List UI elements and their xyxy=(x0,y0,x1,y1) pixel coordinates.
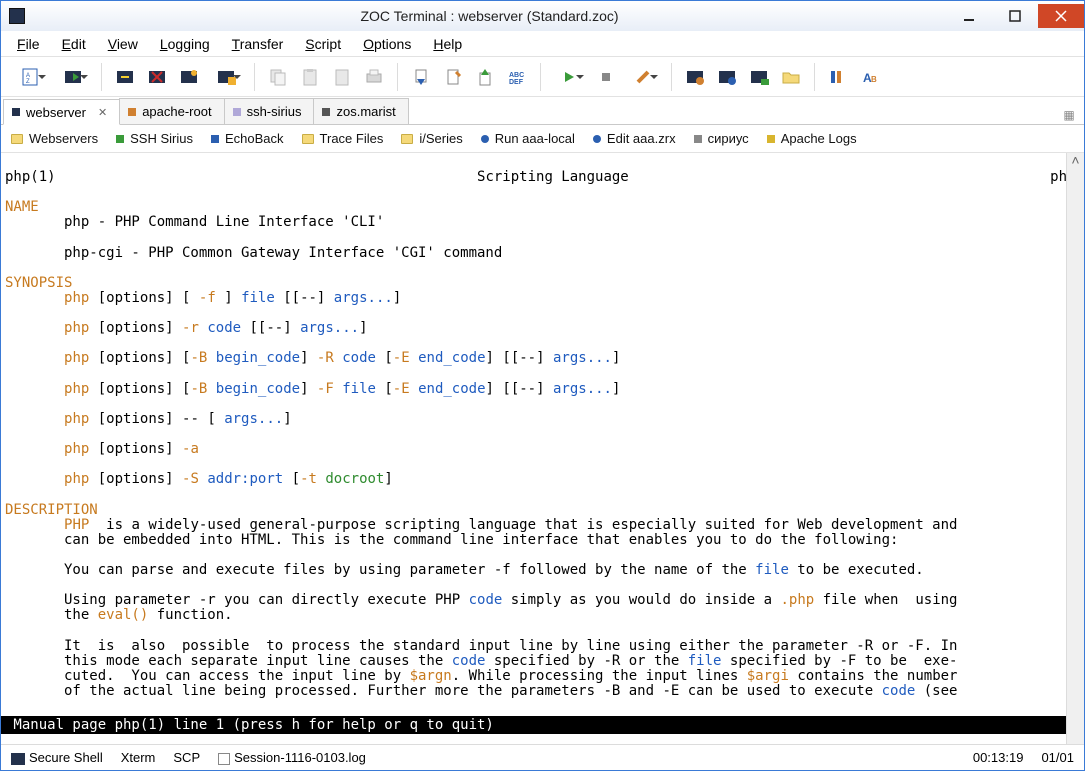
run-script-button[interactable] xyxy=(549,62,589,92)
device-opts-button[interactable] xyxy=(712,62,742,92)
ascii-send-button[interactable]: ABCDEF xyxy=(502,62,532,92)
stop-script-button[interactable] xyxy=(591,62,621,92)
bookmark-edit-aaa-zrx[interactable]: Edit aaa.zrx xyxy=(593,131,676,146)
bookmark-webservers[interactable]: Webservers xyxy=(11,131,98,146)
lock-icon xyxy=(11,753,25,765)
tab-icon xyxy=(12,108,20,116)
download-button[interactable] xyxy=(406,62,436,92)
scrollbar[interactable]: ˄ xyxy=(1066,153,1084,744)
close-button[interactable] xyxy=(1038,4,1084,28)
host-icon xyxy=(116,135,124,143)
status-connection: Secure Shell xyxy=(11,750,103,765)
menu-edit[interactable]: Edit xyxy=(52,34,96,54)
connect-button[interactable] xyxy=(110,62,140,92)
window-controls xyxy=(946,4,1084,28)
host-icon xyxy=(767,135,775,143)
folder-icon xyxy=(401,134,413,144)
tab-zos-marist[interactable]: zos.marist xyxy=(313,98,408,124)
menubar: File Edit View Logging Transfer Script O… xyxy=(1,31,1084,57)
script-icon xyxy=(481,135,489,143)
script-icon xyxy=(593,135,601,143)
disconnect-button[interactable] xyxy=(142,62,172,92)
app-icon xyxy=(9,8,25,24)
svg-text:ABC: ABC xyxy=(509,72,524,79)
folder-icon xyxy=(11,134,23,144)
tab-bar: webserver ✕ apache-root ssh-sirius zos.m… xyxy=(1,97,1084,125)
status-time: 00:13:19 xyxy=(973,750,1024,765)
paste2-button[interactable] xyxy=(327,62,357,92)
upload-button[interactable] xyxy=(470,62,500,92)
session-profile-button[interactable] xyxy=(206,62,246,92)
tab-label: webserver xyxy=(26,105,86,120)
tab-icon xyxy=(128,108,136,116)
status-terminal: Xterm xyxy=(121,750,156,765)
paste-button[interactable] xyxy=(295,62,325,92)
status-transfer: SCP xyxy=(173,750,200,765)
minimize-button[interactable] xyxy=(946,4,992,28)
tab-close-icon[interactable]: ✕ xyxy=(98,106,107,119)
pager-status-line: Manual page php(1) line 1 (press h for h… xyxy=(1,716,1084,734)
host-icon xyxy=(694,135,702,143)
tab-icon xyxy=(233,108,241,116)
terminal-text: php(1) Scripting Language php(1) NAME ph… xyxy=(1,168,1084,701)
bookmark-run-aaa-local[interactable]: Run aaa-local xyxy=(481,131,575,146)
svg-text:Z: Z xyxy=(26,79,30,85)
toolbar: AZ ABCDEF AB xyxy=(1,57,1084,97)
maximize-button[interactable] xyxy=(992,4,1038,28)
window-title: ZOC Terminal : webserver (Standard.zoc) xyxy=(33,8,946,24)
status-position: 01/01 xyxy=(1041,750,1074,765)
scroll-up-icon[interactable]: ˄ xyxy=(1067,153,1084,171)
tab-apache-root[interactable]: apache-root xyxy=(119,98,224,124)
checkbox-icon[interactable] xyxy=(218,753,230,765)
quickconnect-button[interactable] xyxy=(53,62,93,92)
host-icon xyxy=(211,135,219,143)
tab-icon xyxy=(322,108,330,116)
edit-script-button[interactable] xyxy=(623,62,663,92)
newtab-button[interactable] xyxy=(174,62,204,92)
menu-file[interactable]: File xyxy=(7,34,50,54)
status-bar: Secure Shell Xterm SCP Session-1116-0103… xyxy=(1,744,1084,770)
hostdir-button[interactable]: AZ xyxy=(11,62,51,92)
terminal-view[interactable]: php(1) Scripting Language php(1) NAME ph… xyxy=(1,153,1084,744)
menu-transfer[interactable]: Transfer xyxy=(222,34,294,54)
terminal-opts-button[interactable] xyxy=(744,62,774,92)
svg-text:DEF: DEF xyxy=(509,79,524,86)
bookmark-bar: Webservers SSH Sirius EchoBack Trace Fil… xyxy=(1,125,1084,153)
titlebar: ZOC Terminal : webserver (Standard.zoc) xyxy=(1,1,1084,31)
menu-view[interactable]: View xyxy=(98,34,148,54)
print-button[interactable] xyxy=(359,62,389,92)
menu-help[interactable]: Help xyxy=(423,34,472,54)
bookmark-sirius-ru[interactable]: сириус xyxy=(694,131,749,146)
menu-options[interactable]: Options xyxy=(353,34,421,54)
font-button[interactable]: AB xyxy=(855,62,885,92)
session-opts-button[interactable] xyxy=(680,62,710,92)
edit-file-button[interactable] xyxy=(438,62,468,92)
bookmark-echoback[interactable]: EchoBack xyxy=(211,131,284,146)
tab-overview-button[interactable]: ▦ xyxy=(1060,106,1078,124)
tab-ssh-sirius[interactable]: ssh-sirius xyxy=(224,98,315,124)
copy-button[interactable] xyxy=(263,62,293,92)
folder-icon xyxy=(302,134,314,144)
colors-button[interactable] xyxy=(823,62,853,92)
bookmark-ssh-sirius[interactable]: SSH Sirius xyxy=(116,131,193,146)
tab-label: ssh-sirius xyxy=(247,104,302,119)
tab-label: zos.marist xyxy=(336,104,395,119)
tab-webserver[interactable]: webserver ✕ xyxy=(3,99,120,125)
svg-text:B: B xyxy=(871,75,877,84)
status-log[interactable]: Session-1116-0103.log xyxy=(218,750,366,765)
open-folder-button[interactable] xyxy=(776,62,806,92)
tab-label: apache-root xyxy=(142,104,211,119)
menu-logging[interactable]: Logging xyxy=(150,34,220,54)
bookmark-apache-logs[interactable]: Apache Logs xyxy=(767,131,857,146)
menu-script[interactable]: Script xyxy=(295,34,351,54)
bookmark-iseries[interactable]: i/Series xyxy=(401,131,462,146)
bookmark-trace-files[interactable]: Trace Files xyxy=(302,131,384,146)
